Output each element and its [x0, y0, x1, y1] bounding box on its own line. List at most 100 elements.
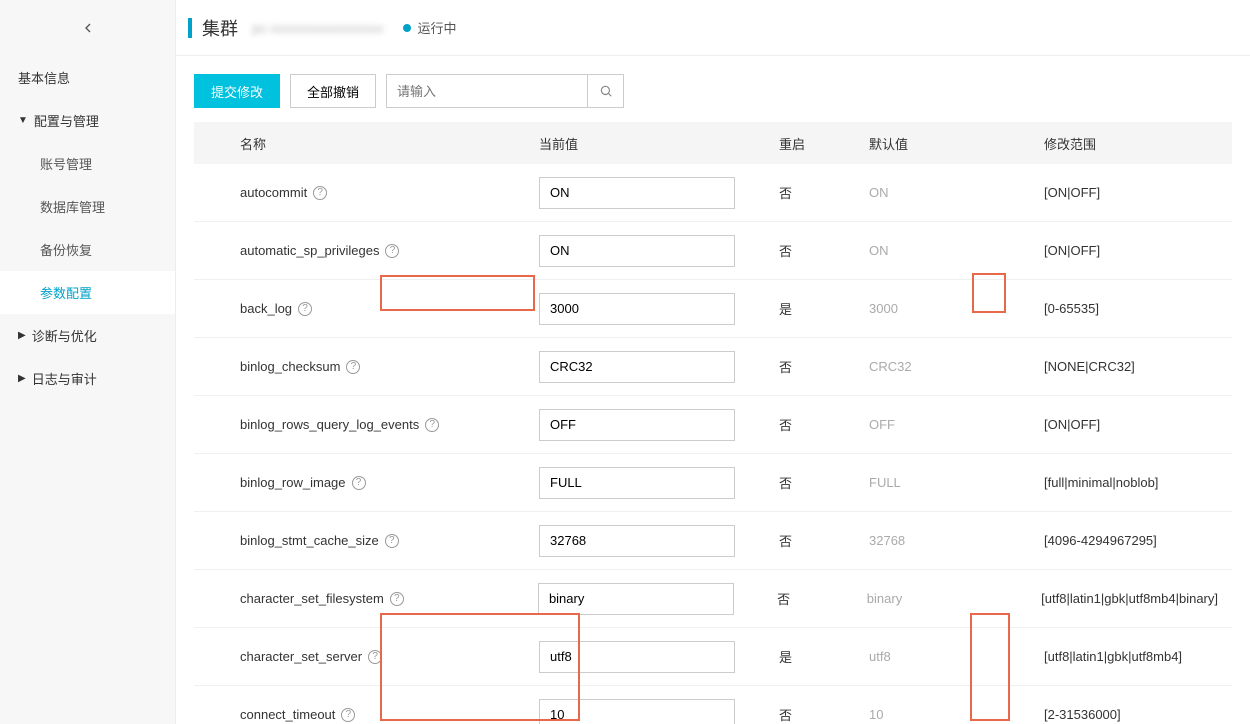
sidebar-item-label: 数据库管理: [40, 197, 105, 216]
sidebar-item-label: 配置与管理: [34, 111, 99, 130]
param-default: utf8: [869, 649, 1044, 664]
col-header-default: 默认值: [869, 134, 1044, 153]
param-restart: 否: [779, 531, 869, 550]
search-button[interactable]: [587, 75, 623, 107]
back-button[interactable]: [0, 0, 175, 56]
col-header-range: 修改范围: [1044, 134, 1232, 153]
page-title: 集群: [202, 15, 238, 41]
param-default: CRC32: [869, 359, 1044, 374]
param-name: character_set_server?: [194, 649, 539, 664]
param-value-input[interactable]: [539, 699, 735, 724]
param-name-text: back_log: [240, 301, 292, 316]
cluster-id: pc-xxxxxxxxxxxxxxxx: [252, 20, 383, 36]
param-value-cell: [539, 525, 779, 557]
chevron-left-icon: [80, 20, 96, 36]
sidebar-item-1[interactable]: ▼ 配置与管理: [0, 99, 175, 142]
table-row: character_set_filesystem?否binary[utf8|la…: [194, 570, 1232, 628]
table-row: binlog_stmt_cache_size?否32768[4096-42949…: [194, 512, 1232, 570]
caret-right-icon: ▶: [18, 330, 26, 341]
sidebar-item-label: 基本信息: [18, 68, 70, 87]
param-name-text: character_set_server: [240, 649, 362, 664]
help-icon[interactable]: ?: [313, 186, 327, 200]
param-name: binlog_stmt_cache_size?: [194, 533, 539, 548]
table-header: 名称 当前值 重启 默认值 修改范围: [194, 122, 1232, 164]
param-value-input[interactable]: [539, 467, 735, 499]
param-value-input[interactable]: [539, 409, 735, 441]
param-name: binlog_rows_query_log_events?: [194, 417, 539, 432]
help-icon[interactable]: ?: [352, 476, 366, 490]
param-range: [utf8|latin1|gbk|utf8mb4]: [1044, 649, 1232, 664]
param-default: FULL: [869, 475, 1044, 490]
submit-button[interactable]: 提交修改: [194, 74, 280, 108]
help-icon[interactable]: ?: [385, 534, 399, 548]
help-icon[interactable]: ?: [425, 418, 439, 432]
param-value-input[interactable]: [539, 525, 735, 557]
table-row: connect_timeout?否10[2-31536000]: [194, 686, 1232, 724]
header-accent: [188, 18, 192, 38]
param-value-input[interactable]: [539, 235, 735, 267]
param-value-input[interactable]: [539, 351, 735, 383]
sidebar-item-0[interactable]: 基本信息: [0, 56, 175, 99]
revert-button[interactable]: 全部撤销: [290, 74, 376, 108]
param-range: [4096-4294967295]: [1044, 533, 1232, 548]
param-name-text: connect_timeout: [240, 707, 335, 722]
col-header-restart: 重启: [779, 134, 869, 153]
help-icon[interactable]: ?: [341, 708, 355, 722]
status-dot: [403, 24, 411, 32]
param-restart: 否: [779, 183, 869, 202]
param-restart: 否: [779, 705, 869, 724]
search-input[interactable]: [387, 75, 587, 107]
sidebar-item-label: 账号管理: [40, 154, 92, 173]
help-icon[interactable]: ?: [346, 360, 360, 374]
param-name-text: autocommit: [240, 185, 307, 200]
param-range: [0-65535]: [1044, 301, 1232, 316]
sidebar-item-6[interactable]: ▶诊断与优化: [0, 314, 175, 357]
sidebar-item-5[interactable]: 参数配置: [0, 271, 175, 314]
param-restart: 否: [779, 241, 869, 260]
help-icon[interactable]: ?: [298, 302, 312, 316]
help-icon[interactable]: ?: [368, 650, 382, 664]
param-default: OFF: [869, 417, 1044, 432]
sidebar: 基本信息 ▼ 配置与管理账号管理数据库管理备份恢复参数配置 ▶诊断与优化▶日志与审计: [0, 0, 176, 724]
search-icon: [599, 84, 613, 98]
param-name: automatic_sp_privileges?: [194, 243, 539, 258]
param-value-input[interactable]: [539, 177, 735, 209]
sidebar-item-2[interactable]: 账号管理: [0, 142, 175, 185]
params-table: 名称 当前值 重启 默认值 修改范围 autocommit?否ON[ON|OFF…: [194, 122, 1232, 724]
param-value-cell: [539, 467, 779, 499]
param-default: 3000: [869, 301, 1044, 316]
param-value-cell: [539, 293, 779, 325]
sidebar-item-label: 参数配置: [40, 283, 92, 302]
param-value-input[interactable]: [539, 293, 735, 325]
param-name-text: binlog_stmt_cache_size: [240, 533, 379, 548]
param-name: binlog_checksum?: [194, 359, 539, 374]
help-icon[interactable]: ?: [385, 244, 399, 258]
main: 集群 pc-xxxxxxxxxxxxxxxx 运行中 提交修改 全部撤销 名称: [176, 0, 1250, 724]
param-default: ON: [869, 185, 1044, 200]
sidebar-item-label: 备份恢复: [40, 240, 92, 259]
param-range: [ON|OFF]: [1044, 417, 1232, 432]
param-value-input[interactable]: [539, 641, 735, 673]
param-value-cell: [539, 409, 779, 441]
param-restart: 是: [779, 299, 869, 318]
param-value-cell: [538, 583, 777, 615]
table-row: binlog_rows_query_log_events?否OFF[ON|OFF…: [194, 396, 1232, 454]
table-row: back_log? 是3000[0-65535]: [194, 280, 1232, 338]
sidebar-item-3[interactable]: 数据库管理: [0, 185, 175, 228]
table-row: automatic_sp_privileges?否ON[ON|OFF]: [194, 222, 1232, 280]
param-value-cell: [539, 235, 779, 267]
sidebar-item-7[interactable]: ▶日志与审计: [0, 357, 175, 400]
table-row: binlog_row_image?否FULL[full|minimal|nobl…: [194, 454, 1232, 512]
param-value-input[interactable]: [538, 583, 734, 615]
caret-down-icon: ▼: [18, 115, 28, 126]
param-name: autocommit?: [194, 185, 539, 200]
help-icon[interactable]: ?: [390, 592, 404, 606]
param-name: character_set_filesystem?: [194, 591, 538, 606]
param-name-text: binlog_checksum: [240, 359, 340, 374]
param-restart: 是: [779, 647, 869, 666]
param-default: ON: [869, 243, 1044, 258]
param-name: back_log?: [194, 301, 539, 316]
sidebar-item-4[interactable]: 备份恢复: [0, 228, 175, 271]
param-range: [ON|OFF]: [1044, 185, 1232, 200]
table-row: character_set_server? 是utf8[utf8|latin1|g…: [194, 628, 1232, 686]
